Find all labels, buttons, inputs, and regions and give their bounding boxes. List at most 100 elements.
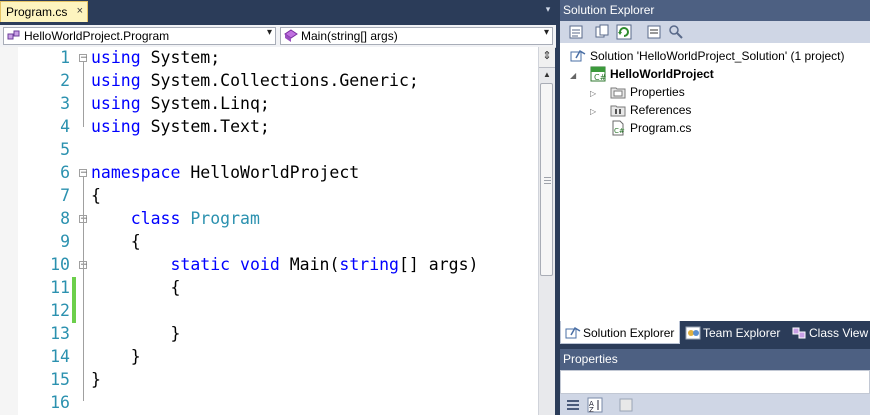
code-editor: Program.cs × ▾ HelloWorldProject.Program…	[0, 0, 556, 415]
document-tab-strip: Program.cs × ▾	[0, 0, 556, 22]
property-pages-icon[interactable]	[618, 397, 634, 413]
code-line[interactable]: 15}	[0, 369, 538, 392]
code-line[interactable]: 3 using System.Linq;	[0, 93, 538, 116]
csharp-file-icon: C#	[612, 120, 625, 136]
line-number: 4	[60, 117, 70, 136]
tab-class-view[interactable]: Class View	[787, 321, 870, 344]
code-text: static void Main(string[] args)	[91, 255, 478, 274]
line-number: 6	[60, 163, 70, 182]
line-number: 9	[60, 232, 70, 251]
text-token: HelloWorldProject	[180, 163, 360, 182]
tab-label: Program.cs	[6, 5, 68, 19]
solution-explorer-header: Solution Explorer	[560, 0, 870, 21]
tab-label: Class View	[809, 326, 869, 340]
code-line[interactable]: 14 }	[0, 346, 538, 369]
line-number: 16	[50, 393, 70, 412]
type-combo[interactable]: HelloWorldProject.Program ▾	[3, 27, 276, 45]
text-token: System.Collections.Generic;	[140, 71, 419, 90]
code-line[interactable]: 2 using System.Collections.Generic;	[0, 70, 538, 93]
chevron-down-icon: ▾	[266, 27, 272, 38]
properties-object-selector[interactable]	[560, 370, 870, 394]
scroll-up-icon[interactable]: ▲	[539, 67, 555, 83]
categorized-icon[interactable]	[565, 397, 581, 413]
text-token: Main(	[279, 255, 340, 274]
member-combo-value: Main(string[] args)	[301, 29, 398, 43]
code-text: class Program	[91, 209, 260, 228]
show-all-files-icon[interactable]	[594, 24, 610, 40]
fold-guide	[83, 268, 84, 355]
tab-team-explorer[interactable]: Team Explorer	[681, 321, 785, 344]
view-class-diagram-icon[interactable]	[668, 24, 684, 40]
text-token: System.Text;	[140, 117, 270, 136]
text-token: }	[91, 370, 101, 389]
keyword-token: string	[339, 255, 399, 274]
alphabetical-icon[interactable]: AZ	[587, 397, 603, 413]
method-icon	[284, 29, 298, 42]
refresh-icon[interactable]	[616, 24, 632, 40]
tab-label: Solution Explorer	[583, 326, 675, 340]
close-tab-icon[interactable]: ×	[77, 5, 83, 17]
properties-toolbar: AZ	[560, 394, 870, 415]
keyword-token: using	[91, 71, 141, 90]
tab-solution-explorer[interactable]: Solution Explorer	[560, 321, 680, 344]
properties-folder-icon	[610, 87, 626, 99]
properties-icon[interactable]	[568, 24, 584, 40]
line-number: 13	[50, 324, 70, 343]
code-text: }	[91, 324, 180, 343]
code-line[interactable]: 9 {	[0, 231, 538, 254]
line-number: 11	[50, 278, 70, 297]
code-line[interactable]: 5	[0, 139, 538, 162]
keyword-token: namespace	[91, 163, 181, 182]
line-number: 1	[60, 48, 70, 67]
tool-window-tabs: Solution Explorer Team Explorer Class Vi…	[560, 321, 870, 345]
code-line[interactable]: 4 using System.Text;	[0, 116, 538, 139]
tab-program-cs[interactable]: Program.cs ×	[0, 1, 88, 22]
collapsed-arrow-icon[interactable]: ▷	[590, 89, 596, 98]
code-line[interactable]: 11 {	[0, 277, 538, 300]
text-token: {	[91, 186, 101, 205]
text-token: System.Linq;	[140, 94, 270, 113]
properties-header: Properties	[560, 349, 870, 370]
code-line[interactable]: 13 }	[0, 323, 538, 346]
member-combo[interactable]: Main(string[] args) ▾	[280, 27, 553, 45]
svg-text:C#: C#	[614, 127, 625, 135]
line-number: 8	[60, 209, 70, 228]
solution-explorer-toolbar	[560, 21, 870, 43]
view-code-icon[interactable]	[646, 24, 662, 40]
code-text: using System;	[91, 48, 220, 67]
node-label: Solution 'HelloWorldProject_Solution' (1…	[590, 49, 845, 63]
collapsed-arrow-icon[interactable]: ▷	[590, 107, 596, 116]
code-text: namespace HelloWorldProject	[91, 163, 359, 182]
split-handle-icon[interactable]: ⇕	[539, 47, 555, 68]
code-text: using System.Collections.Generic;	[91, 71, 419, 90]
line-number: 14	[50, 347, 70, 366]
line-number: 7	[60, 186, 70, 205]
code-line[interactable]: 12	[0, 300, 538, 323]
text-token: }	[91, 324, 181, 343]
node-label: Properties	[630, 85, 685, 99]
csharp-project-icon: C#	[590, 66, 606, 82]
line-number: 10	[50, 255, 70, 274]
references-folder-icon	[610, 105, 626, 117]
code-line[interactable]: 7{	[0, 185, 538, 208]
code-text: {	[91, 186, 101, 205]
class-icon	[7, 30, 20, 40]
code-text: {	[91, 232, 141, 251]
code-text-area[interactable]: 1 using System; 2 using System.Collections.…	[0, 47, 538, 415]
code-line[interactable]: 16	[0, 392, 538, 415]
code-text: using System.Text;	[91, 117, 270, 136]
scroll-thumb[interactable]	[540, 83, 553, 276]
chevron-down-icon: ▾	[543, 27, 549, 38]
line-number: 2	[60, 71, 70, 90]
line-number: 3	[60, 94, 70, 113]
svg-text:Z: Z	[589, 406, 594, 413]
line-number: 12	[50, 301, 70, 320]
tab-label: Team Explorer	[703, 326, 781, 340]
expanded-arrow-icon[interactable]: ◢	[570, 71, 576, 80]
tab-dropdown-icon[interactable]: ▾	[543, 4, 553, 14]
fold-guide	[83, 61, 84, 127]
text-token: [] args)	[399, 255, 479, 274]
vertical-scrollbar[interactable]: ⇕ ▲	[538, 47, 555, 415]
keyword-token: void	[240, 255, 280, 274]
